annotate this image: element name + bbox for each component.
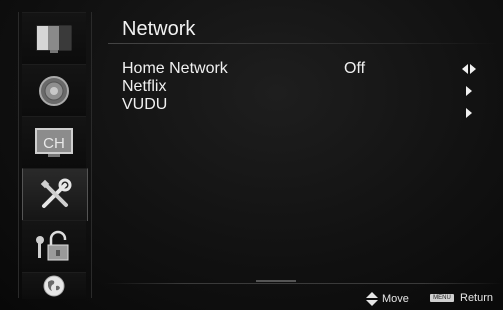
footer-divider-tick xyxy=(256,280,296,282)
sidebar-item-channel[interactable]: CH xyxy=(22,116,86,169)
menu-item-value: Off xyxy=(344,60,366,77)
parental-lock-icon xyxy=(36,230,69,261)
return-hint: MENU Return xyxy=(430,292,493,304)
move-label: Move xyxy=(382,293,409,305)
menu-item-vudu[interactable]: VUDU xyxy=(122,96,482,118)
menu-item-home-network[interactable]: Home Network Off xyxy=(122,60,482,78)
menu-key-icon: MENU xyxy=(430,294,454,302)
channel-icon: CH xyxy=(35,128,73,157)
footer-hints: Move MENU Return xyxy=(104,290,503,308)
menu-item-netflix[interactable]: Netflix xyxy=(122,78,482,96)
settings-sidebar: CH xyxy=(18,12,94,302)
network-globe-icon xyxy=(43,275,65,297)
tv-settings-screen: CH Network Home Network Off Netflix VUDU… xyxy=(0,0,503,310)
channel-icon-label: CH xyxy=(43,135,65,152)
left-right-arrow-icon[interactable] xyxy=(462,64,476,74)
sidebar-item-picture[interactable] xyxy=(22,12,86,65)
sound-icon xyxy=(39,76,69,106)
sidebar-item-setup[interactable] xyxy=(22,168,88,221)
right-arrow-icon[interactable] xyxy=(466,108,472,118)
sidebar-item-sound[interactable] xyxy=(22,64,86,117)
menu-key-label: MENU xyxy=(433,295,451,301)
page-title: Network xyxy=(122,18,196,40)
footer-divider xyxy=(104,283,503,284)
menu-item-label: VUDU xyxy=(122,96,168,113)
return-label: Return xyxy=(460,292,494,304)
menu-item-label: Netflix xyxy=(122,78,167,95)
sidebar-item-network[interactable] xyxy=(22,272,86,299)
sidebar-item-parental-lock[interactable] xyxy=(22,220,86,273)
tools-icon xyxy=(40,178,72,208)
picture-icon xyxy=(36,25,72,53)
network-panel: Network Home Network Off Netflix VUDU Mo… xyxy=(104,10,503,310)
move-hint: Move xyxy=(366,292,409,306)
title-divider xyxy=(108,43,498,44)
right-arrow-icon[interactable] xyxy=(466,86,472,96)
menu-item-label: Home Network xyxy=(122,60,228,77)
up-down-arrow-icon xyxy=(366,292,378,306)
